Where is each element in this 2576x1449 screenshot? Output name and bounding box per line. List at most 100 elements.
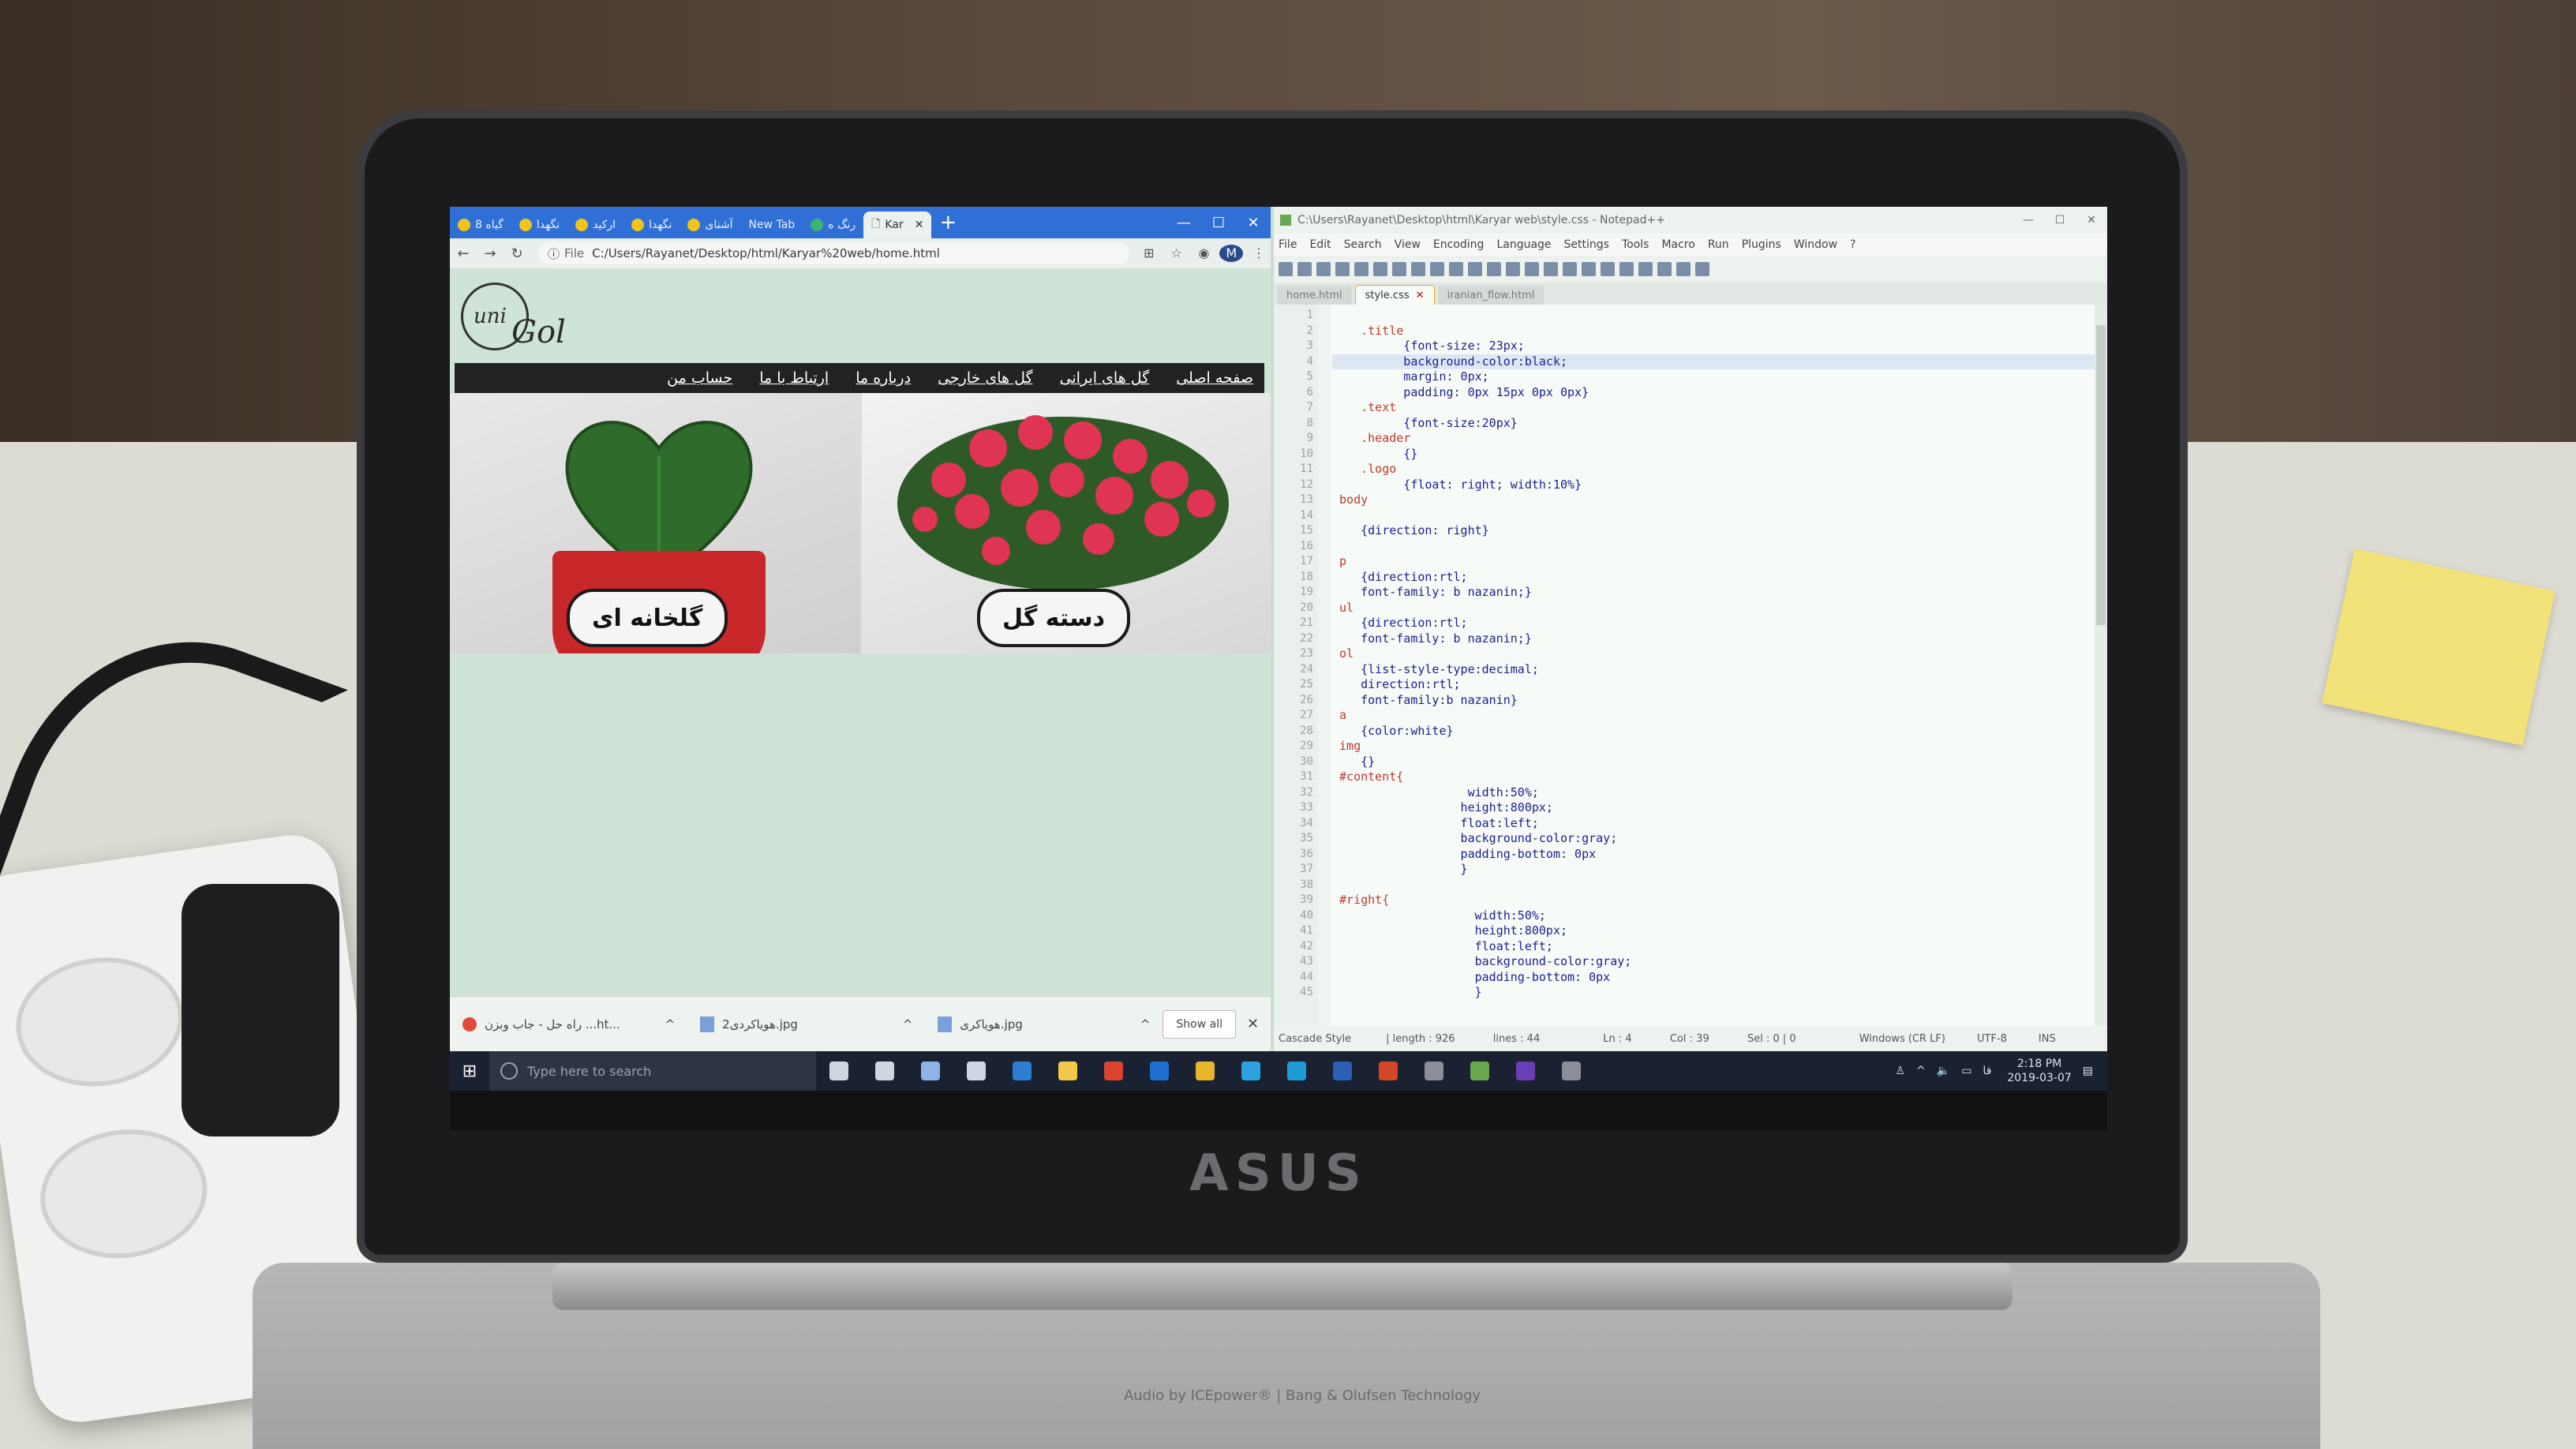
code-line[interactable]: font-family: b nazanin;} — [1332, 585, 2095, 601]
nav-link-foreign-flowers[interactable]: گل های خارجی — [938, 369, 1033, 387]
browser-tab[interactable]: آشنای — [680, 212, 740, 238]
close-tab-icon[interactable]: ✕ — [1416, 290, 1425, 301]
nav-link-about[interactable]: درباره ما — [856, 369, 911, 387]
chevron-up-icon[interactable]: ^ — [665, 1017, 676, 1032]
code-line[interactable]: width:50%; — [1332, 908, 2095, 924]
code-line[interactable]: padding-bottom: 0px — [1332, 970, 2095, 986]
telegram-icon[interactable] — [1228, 1051, 1274, 1091]
close-downloads-icon[interactable]: ✕ — [1247, 1016, 1271, 1032]
undo-icon[interactable] — [1449, 262, 1463, 276]
replace-icon[interactable] — [1506, 262, 1520, 276]
code-line[interactable] — [1332, 539, 2095, 555]
code-line[interactable]: .logo — [1332, 462, 2095, 477]
camera-icon[interactable] — [953, 1051, 999, 1091]
code-line[interactable]: } — [1332, 985, 2095, 1001]
doc-tab-active[interactable]: style.css ✕ — [1354, 285, 1435, 305]
code-line[interactable] — [1332, 508, 2095, 524]
code-line[interactable]: {} — [1332, 754, 2095, 770]
close-button[interactable]: ✕ — [2076, 214, 2107, 227]
site-logo[interactable]: uni Gol — [461, 283, 587, 354]
menu-plugins[interactable]: Plugins — [1742, 238, 1781, 251]
taskbar-search[interactable]: Type here to search — [489, 1051, 816, 1091]
code-line[interactable]: background-color:gray; — [1332, 954, 2095, 970]
code-line[interactable]: ul — [1332, 601, 2095, 616]
macro-record-icon[interactable] — [1638, 262, 1653, 276]
extension-icon[interactable]: ◉ — [1192, 245, 1215, 260]
copy-icon[interactable] — [1411, 262, 1425, 276]
word-icon[interactable] — [1320, 1051, 1365, 1091]
browser-tab[interactable]: رنگ ه — [803, 212, 863, 238]
menu-window[interactable]: Window — [1794, 238, 1837, 251]
close-button[interactable]: ✕ — [1236, 215, 1271, 231]
greenhouse-label[interactable]: گلخانه ای — [567, 589, 728, 647]
code-line[interactable]: height:800px; — [1332, 800, 2095, 816]
code-line[interactable]: } — [1332, 862, 2095, 878]
save-all-icon[interactable] — [1335, 262, 1350, 276]
code-line[interactable]: font-family: b nazanin;} — [1332, 631, 2095, 647]
code-line[interactable]: {direction:rtl; — [1332, 570, 2095, 586]
menu-view[interactable]: View — [1395, 238, 1421, 251]
code-line[interactable]: float:left; — [1332, 816, 2095, 832]
code-line[interactable]: background-color:gray; — [1332, 831, 2095, 847]
code-line[interactable]: {direction:rtl; — [1332, 616, 2095, 631]
zoom-in-icon[interactable] — [1525, 262, 1539, 276]
code-line[interactable]: img — [1332, 739, 2095, 754]
code-text[interactable]: .title {font-size: 23px; background-colo… — [1332, 305, 2095, 1026]
code-line[interactable]: {direction: right} — [1332, 523, 2095, 539]
code-line[interactable]: margin: 0px; — [1332, 369, 2095, 385]
info-icon[interactable]: ⓘ — [548, 245, 560, 262]
windows-start-icon[interactable]: ⊞ — [450, 1061, 489, 1081]
notepadpp-icon[interactable] — [1457, 1051, 1503, 1091]
code-line[interactable]: padding-bottom: 0px — [1332, 847, 2095, 863]
cut-icon[interactable] — [1392, 262, 1406, 276]
menu-tools[interactable]: Tools — [1622, 238, 1649, 251]
back-icon[interactable]: ← — [450, 245, 477, 262]
code-line[interactable]: font-family:b nazanin} — [1332, 693, 2095, 709]
nav-link-home[interactable]: صفحه اصلی — [1176, 369, 1253, 387]
minimize-button[interactable]: — — [2012, 214, 2044, 227]
zoom-out-icon[interactable] — [1544, 262, 1558, 276]
close-file-icon[interactable] — [1354, 262, 1368, 276]
code-line[interactable]: background-color:black; — [1332, 354, 2095, 369]
address-bar[interactable]: ⓘ File C:/Users/Rayanet/Desktop/html/Kar… — [538, 242, 1129, 264]
download-item[interactable]: راه حل - جاب وبزن ...ht... ^ — [450, 1017, 687, 1032]
code-line[interactable]: p — [1332, 554, 2095, 570]
greenhouse-plant-image[interactable]: گلخانه ای — [450, 393, 860, 653]
sync-scroll-icon[interactable] — [1563, 262, 1577, 276]
indent-guide-icon[interactable] — [1619, 262, 1634, 276]
photoshop-icon[interactable] — [1136, 1051, 1182, 1091]
chevron-up-icon[interactable]: ^ — [903, 1017, 913, 1032]
edge-icon[interactable] — [999, 1051, 1045, 1091]
clock[interactable]: 2:18 PM 2019-03-07 — [2007, 1057, 2071, 1085]
menu-encoding[interactable]: Encoding — [1433, 238, 1485, 251]
acrobat-icon[interactable] — [1091, 1051, 1136, 1091]
browser-tab[interactable]: New Tab — [740, 212, 803, 238]
code-line[interactable] — [1332, 878, 2095, 893]
browser-tab[interactable]: ارکید — [567, 212, 623, 238]
new-file-icon[interactable] — [1279, 262, 1293, 276]
mail-icon[interactable] — [908, 1051, 953, 1091]
paste-icon[interactable] — [1430, 262, 1444, 276]
code-line[interactable]: {font-size: 23px; — [1332, 339, 2095, 354]
menu-language[interactable]: Language — [1496, 238, 1551, 251]
find-icon[interactable] — [1487, 262, 1501, 276]
show-all-chars-icon[interactable] — [1601, 262, 1615, 276]
code-line[interactable]: float:left; — [1332, 939, 2095, 955]
minimize-button[interactable]: — — [1166, 215, 1201, 231]
people-icon[interactable]: ♙ — [1895, 1065, 1905, 1077]
bookmark-star-icon[interactable]: ☆ — [1165, 245, 1189, 260]
code-line[interactable] — [1332, 308, 2095, 324]
macro-save-icon[interactable] — [1695, 262, 1709, 276]
menu-macro[interactable]: Macro — [1661, 238, 1694, 251]
redo-icon[interactable] — [1468, 262, 1482, 276]
doc-tab[interactable]: iranian_flow.html — [1437, 286, 1544, 305]
code-line[interactable]: #content{ — [1332, 769, 2095, 785]
code-line[interactable]: ol — [1332, 646, 2095, 662]
nav-link-iranian-flowers[interactable]: گل های ایرانی — [1060, 369, 1150, 387]
task-view-icon[interactable] — [862, 1051, 908, 1091]
code-line[interactable]: direction:rtl; — [1332, 677, 2095, 693]
snipping-tool-icon[interactable] — [1548, 1051, 1594, 1091]
doc-tab[interactable]: home.html — [1277, 286, 1352, 305]
close-tab-icon[interactable]: ✕ — [915, 219, 924, 231]
macro-play-icon[interactable] — [1676, 262, 1690, 276]
